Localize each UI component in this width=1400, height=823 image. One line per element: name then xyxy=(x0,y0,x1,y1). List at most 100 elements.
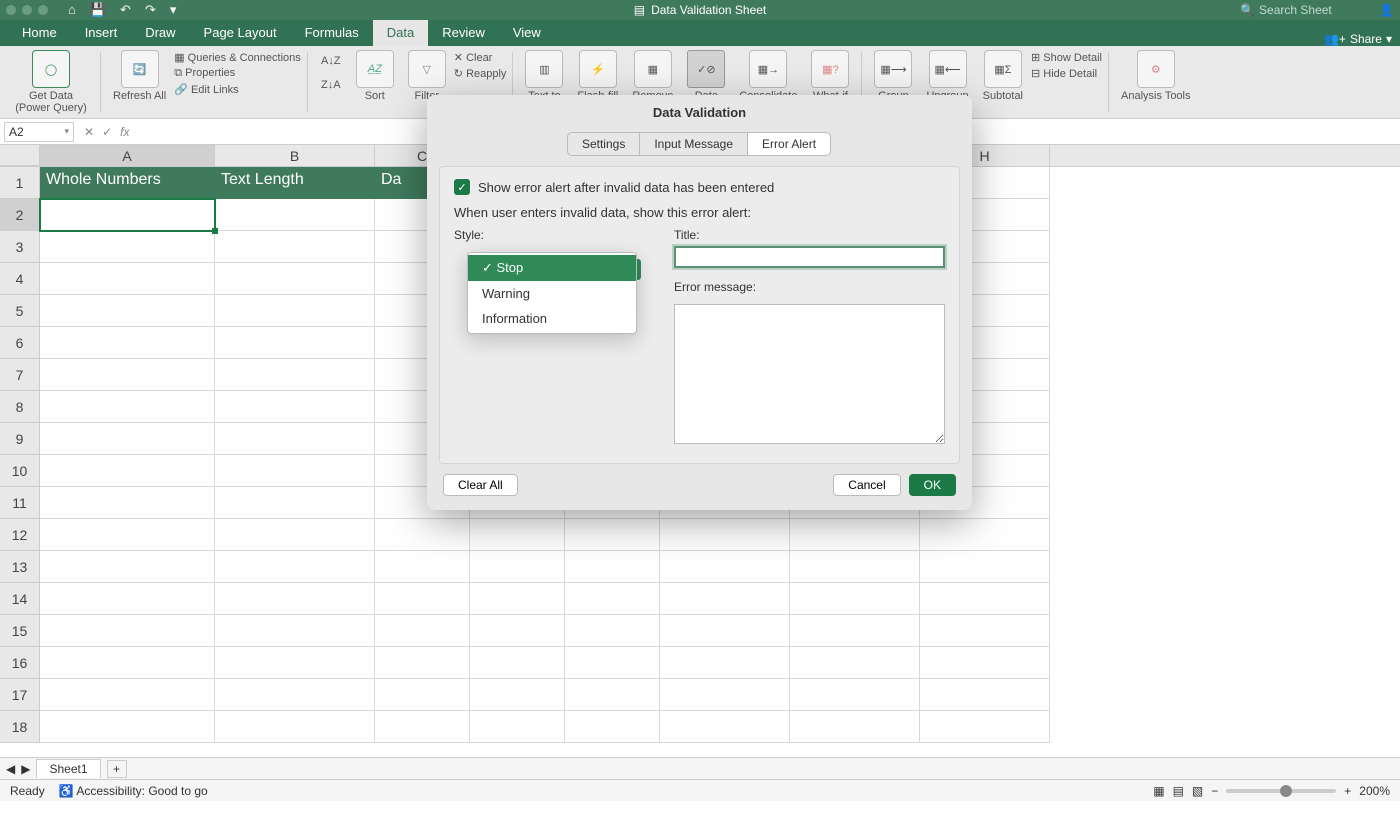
row-header-6[interactable]: 6 xyxy=(0,327,40,359)
style-option-information[interactable]: Information xyxy=(468,306,636,331)
cell-B16[interactable] xyxy=(215,647,375,679)
row-header-3[interactable]: 3 xyxy=(0,231,40,263)
queries-connections-button[interactable]: ▦ Queries & Connections xyxy=(174,51,301,64)
cell-C16[interactable] xyxy=(375,647,470,679)
cell-G15[interactable] xyxy=(790,615,920,647)
error-title-input[interactable] xyxy=(674,246,945,268)
zoom-out-icon[interactable]: − xyxy=(1211,784,1218,798)
row-header-5[interactable]: 5 xyxy=(0,295,40,327)
cell-H18[interactable] xyxy=(920,711,1050,743)
cell-B5[interactable] xyxy=(215,295,375,327)
cell-F14[interactable] xyxy=(660,583,790,615)
cell-G12[interactable] xyxy=(790,519,920,551)
row-header-12[interactable]: 12 xyxy=(0,519,40,551)
style-dropdown[interactable]: StopWarningInformation xyxy=(467,252,637,334)
dialog-tab-settings[interactable]: Settings xyxy=(567,132,640,156)
view-page-break-icon[interactable]: ▧ xyxy=(1192,784,1203,798)
cell-F17[interactable] xyxy=(660,679,790,711)
cell-E15[interactable] xyxy=(565,615,660,647)
cell-B13[interactable] xyxy=(215,551,375,583)
cell-A3[interactable] xyxy=(40,231,215,263)
properties-button[interactable]: ⧉ Properties xyxy=(174,67,301,80)
tab-formulas[interactable]: Formulas xyxy=(291,20,373,46)
zoom-level[interactable]: 200% xyxy=(1359,784,1390,798)
cancel-entry-icon[interactable]: ✕ xyxy=(84,125,94,139)
reapply-filter-button[interactable]: ↻ Reapply xyxy=(454,67,507,80)
fill-handle[interactable] xyxy=(212,228,218,234)
cell-B12[interactable] xyxy=(215,519,375,551)
show-error-checkbox[interactable]: ✓ xyxy=(454,179,470,195)
name-box[interactable]: A2 ▾ xyxy=(4,122,74,142)
zoom-in-icon[interactable]: + xyxy=(1344,784,1351,798)
dialog-tab-input-message[interactable]: Input Message xyxy=(639,132,748,156)
cell-H14[interactable] xyxy=(920,583,1050,615)
row-header-16[interactable]: 16 xyxy=(0,647,40,679)
cell-E13[interactable] xyxy=(565,551,660,583)
cell-B6[interactable] xyxy=(215,327,375,359)
cell-C14[interactable] xyxy=(375,583,470,615)
sheet-nav-prev-icon[interactable]: ◀ xyxy=(6,762,15,776)
sheet-tab-active[interactable]: Sheet1 xyxy=(36,759,100,778)
cell-D15[interactable] xyxy=(470,615,565,647)
zoom-thumb[interactable] xyxy=(1280,785,1292,797)
close-window-icon[interactable] xyxy=(6,5,16,15)
undo-icon[interactable]: ↶ xyxy=(120,2,131,18)
confirm-entry-icon[interactable]: ✓ xyxy=(102,125,112,139)
error-message-input[interactable] xyxy=(674,304,945,444)
cell-D17[interactable] xyxy=(470,679,565,711)
dialog-tab-error-alert[interactable]: Error Alert xyxy=(747,132,831,156)
hide-detail-button[interactable]: ⊟ Hide Detail xyxy=(1031,67,1102,80)
cell-B15[interactable] xyxy=(215,615,375,647)
cell-C18[interactable] xyxy=(375,711,470,743)
cell-A13[interactable] xyxy=(40,551,215,583)
subtotal-button[interactable]: ▦ΣSubtotal xyxy=(977,48,1029,104)
style-option-stop[interactable]: Stop xyxy=(468,255,636,281)
tab-review[interactable]: Review xyxy=(428,20,499,46)
cell-B18[interactable] xyxy=(215,711,375,743)
save-icon[interactable]: 💾 xyxy=(90,2,106,18)
row-header-2[interactable]: 2 xyxy=(0,199,40,231)
cell-A1[interactable]: Whole Numbers xyxy=(40,167,215,199)
row-header-8[interactable]: 8 xyxy=(0,391,40,423)
cell-A17[interactable] xyxy=(40,679,215,711)
cell-C15[interactable] xyxy=(375,615,470,647)
cell-B1[interactable]: Text Length xyxy=(215,167,375,199)
cell-D13[interactable] xyxy=(470,551,565,583)
ok-button[interactable]: OK xyxy=(909,474,956,496)
cell-H15[interactable] xyxy=(920,615,1050,647)
cell-B7[interactable] xyxy=(215,359,375,391)
cell-A4[interactable] xyxy=(40,263,215,295)
view-normal-icon[interactable]: ▦ xyxy=(1153,784,1164,798)
cell-E17[interactable] xyxy=(565,679,660,711)
cell-G16[interactable] xyxy=(790,647,920,679)
cell-C12[interactable] xyxy=(375,519,470,551)
clear-all-button[interactable]: Clear All xyxy=(443,474,518,496)
tab-home[interactable]: Home xyxy=(8,20,71,46)
cell-A7[interactable] xyxy=(40,359,215,391)
cell-F13[interactable] xyxy=(660,551,790,583)
cell-G18[interactable] xyxy=(790,711,920,743)
cell-F12[interactable] xyxy=(660,519,790,551)
fx-label[interactable]: fx xyxy=(120,125,129,139)
cell-A14[interactable] xyxy=(40,583,215,615)
view-page-layout-icon[interactable]: ▤ xyxy=(1173,784,1184,798)
cell-A16[interactable] xyxy=(40,647,215,679)
tab-draw[interactable]: Draw xyxy=(131,20,189,46)
cell-D18[interactable] xyxy=(470,711,565,743)
cell-A15[interactable] xyxy=(40,615,215,647)
redo-icon[interactable]: ↷ xyxy=(145,2,156,18)
cell-G13[interactable] xyxy=(790,551,920,583)
row-header-9[interactable]: 9 xyxy=(0,423,40,455)
refresh-all-button[interactable]: 🔄 Refresh All xyxy=(107,48,172,104)
select-all-corner[interactable] xyxy=(0,145,40,166)
tab-data[interactable]: Data xyxy=(373,20,428,46)
cell-A18[interactable] xyxy=(40,711,215,743)
row-header-1[interactable]: 1 xyxy=(0,167,40,199)
cell-A11[interactable] xyxy=(40,487,215,519)
cell-F18[interactable] xyxy=(660,711,790,743)
zoom-slider[interactable] xyxy=(1226,789,1336,793)
cell-C13[interactable] xyxy=(375,551,470,583)
style-option-warning[interactable]: Warning xyxy=(468,281,636,306)
cell-E18[interactable] xyxy=(565,711,660,743)
maximize-window-icon[interactable] xyxy=(38,5,48,15)
